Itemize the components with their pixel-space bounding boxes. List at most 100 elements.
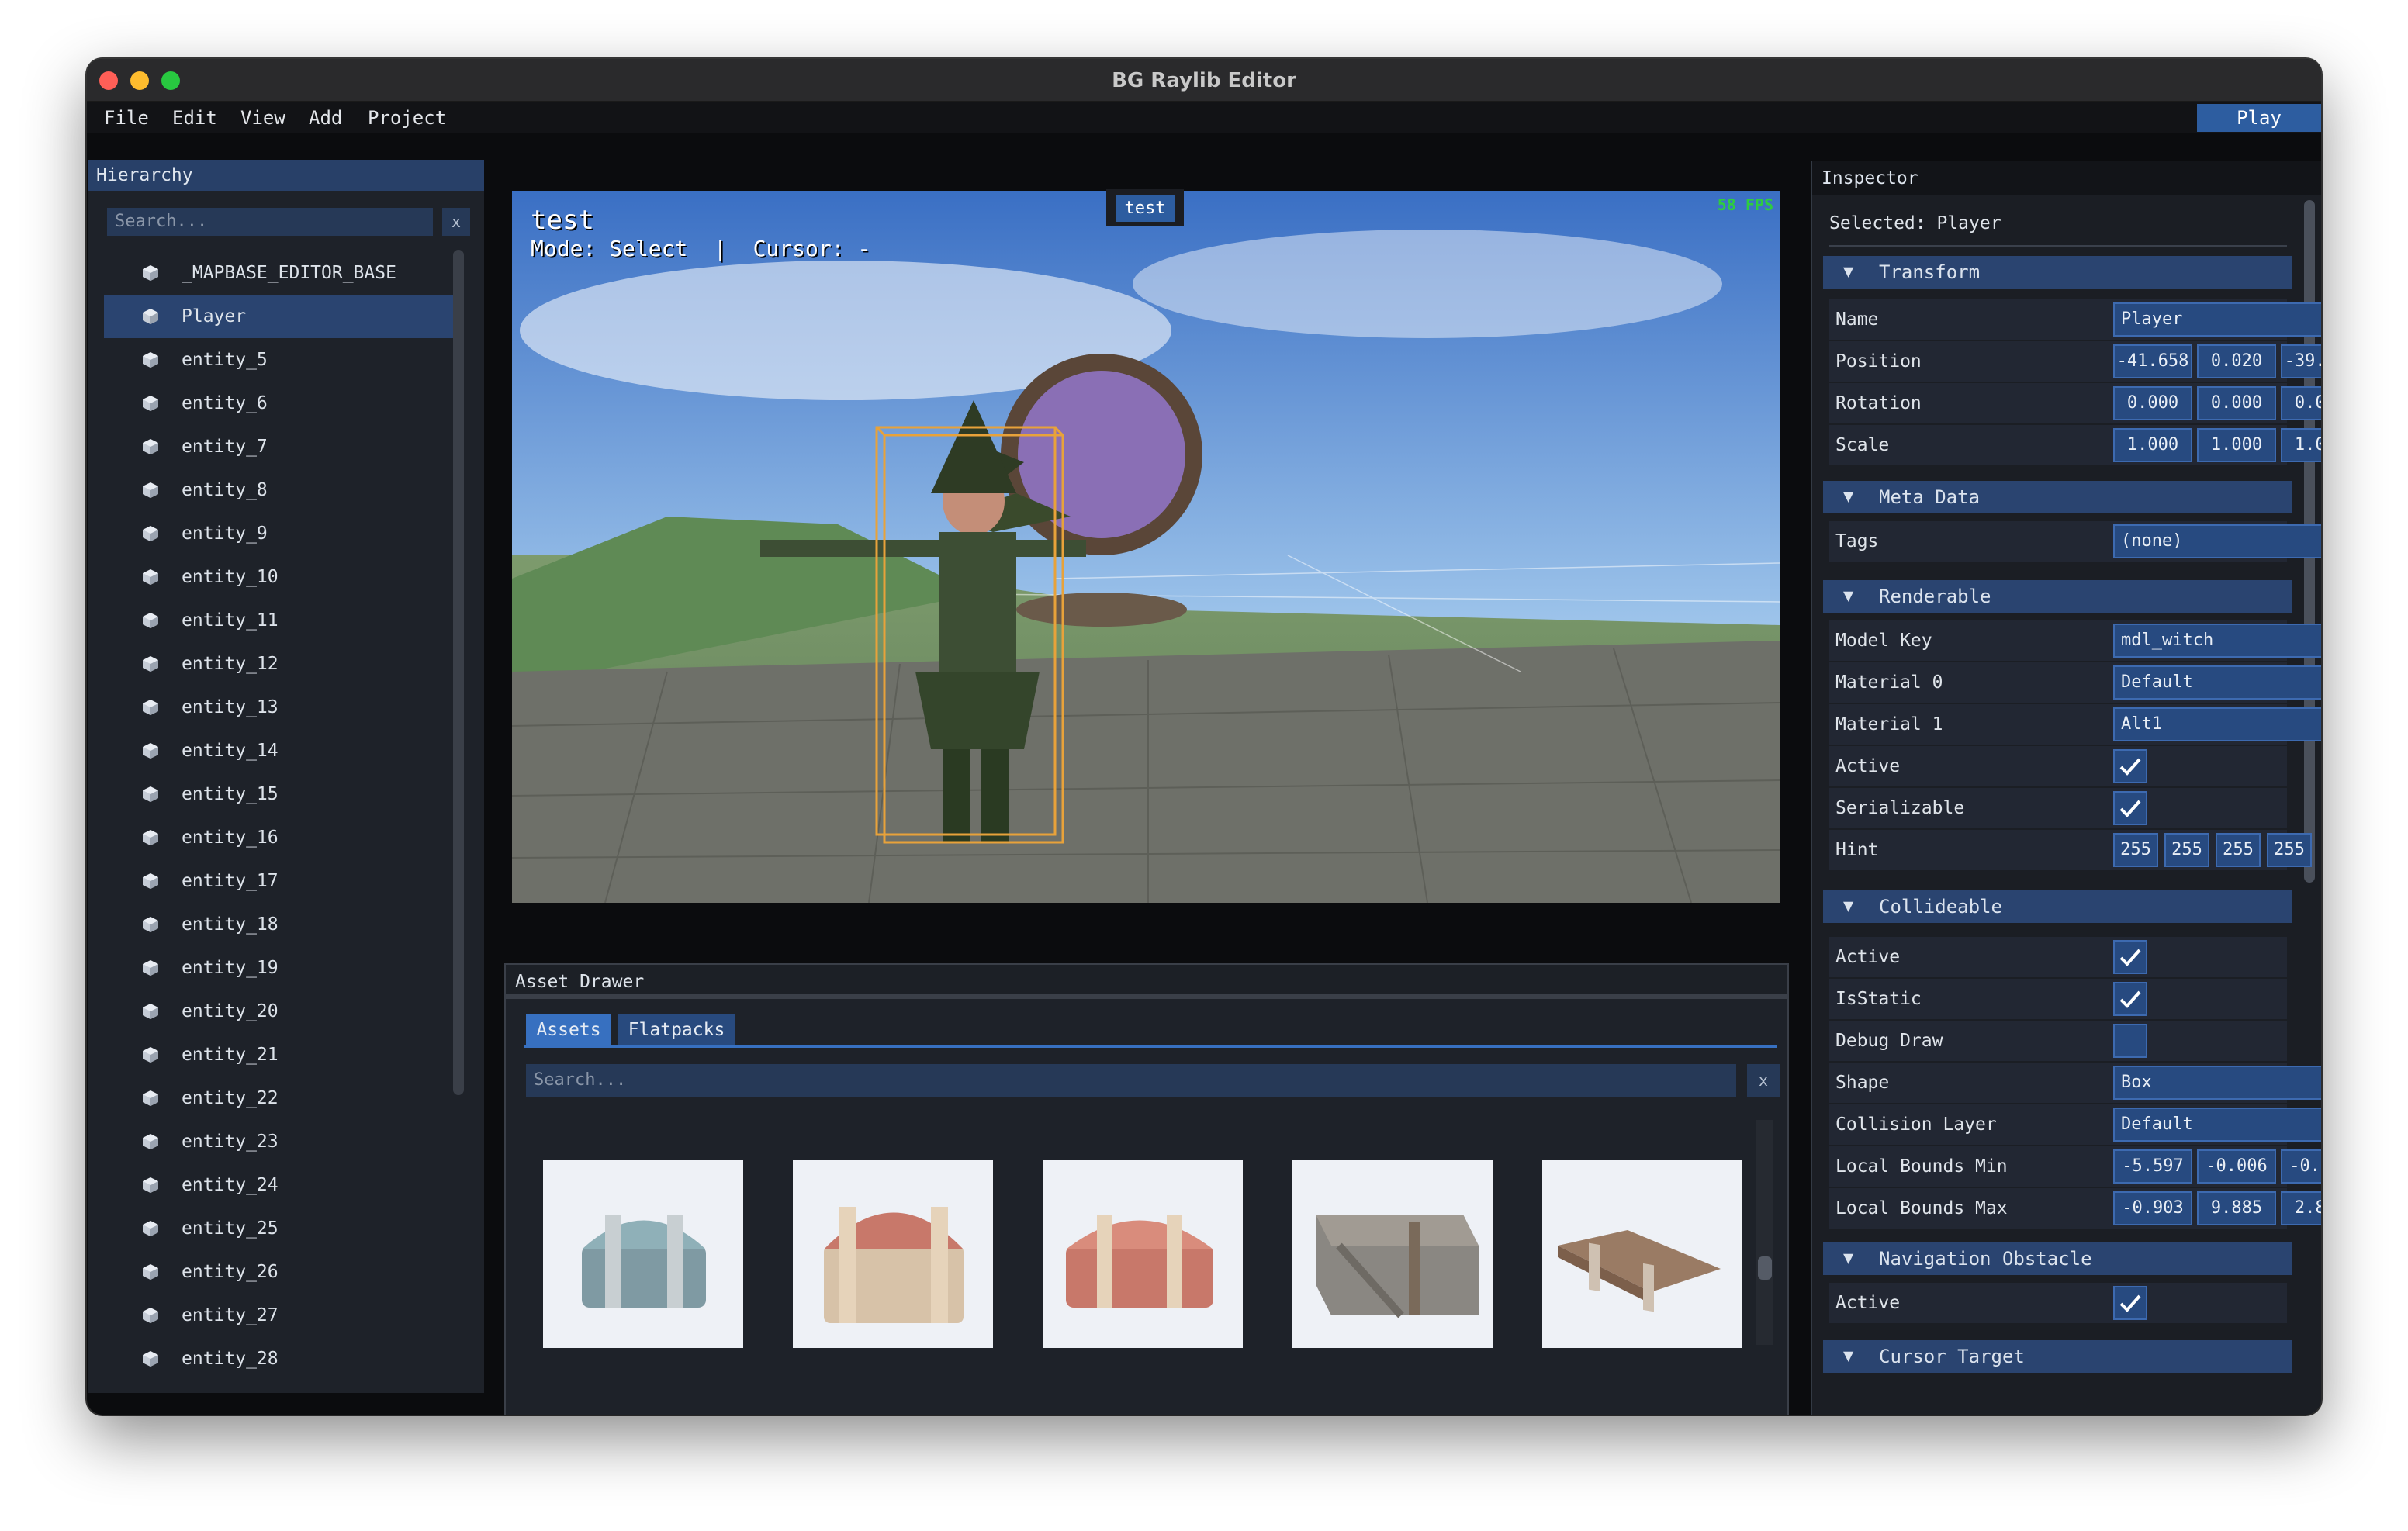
scene-viewport[interactable]: test Mode: Select | Cursor: - 58 FPS: [512, 191, 1780, 903]
divider: [1829, 245, 2287, 247]
hierarchy-item[interactable]: entity_13: [88, 686, 445, 729]
model-key-dropdown[interactable]: mdl_witch▼: [2113, 624, 2321, 658]
hierarchy-item[interactable]: entity_11: [88, 599, 445, 642]
viewport-tab[interactable]: test: [1116, 195, 1175, 222]
entity-cube-icon: [143, 309, 158, 324]
hierarchy-item[interactable]: entity_22: [88, 1077, 445, 1120]
position-y-field[interactable]: 0.020: [2197, 344, 2276, 378]
scale-x-field[interactable]: 1.000: [2113, 428, 2192, 462]
hierarchy-item[interactable]: entity_24: [88, 1163, 445, 1207]
rotation-y-field[interactable]: 0.000: [2197, 386, 2276, 420]
play-button[interactable]: Play: [2197, 104, 2321, 132]
menu-bar: File Edit View Add Project: [87, 102, 2321, 133]
hierarchy-item[interactable]: entity_6: [88, 382, 445, 425]
entity-cube-icon: [143, 439, 158, 454]
rotation-x-field[interactable]: 0.000: [2113, 386, 2192, 420]
hierarchy-item[interactable]: entity_7: [88, 425, 445, 468]
bounds-min-y-field[interactable]: -0.006: [2197, 1149, 2276, 1184]
collideable-header[interactable]: ▼ Collideable: [1823, 890, 2292, 923]
hierarchy-item-label: entity_11: [182, 610, 279, 631]
transform-header[interactable]: ▼ Transform: [1823, 256, 2292, 289]
hint-g-field[interactable]: 255: [2164, 833, 2209, 867]
serializable-checkbox[interactable]: [2113, 791, 2147, 825]
hierarchy-item[interactable]: entity_19: [88, 946, 445, 990]
bounds-min-z-field[interactable]: -0.331: [2281, 1149, 2321, 1184]
hierarchy-scrollbar[interactable]: [453, 250, 464, 1095]
asset-thumb-2[interactable]: [793, 1160, 993, 1348]
renderable-header[interactable]: ▼ Renderable: [1823, 580, 2292, 613]
asset-search-input[interactable]: Search...: [526, 1064, 1736, 1097]
tab-flatpacks[interactable]: Flatpacks: [618, 1014, 735, 1045]
hierarchy-item[interactable]: entity_15: [88, 772, 445, 816]
bounds-max-z-field[interactable]: 2.839: [2281, 1191, 2321, 1225]
hierarchy-item[interactable]: entity_28: [88, 1337, 445, 1381]
tab-underline: [524, 1045, 1777, 1048]
hierarchy-item[interactable]: _MAPBASE_EDITOR_BASE: [88, 251, 445, 295]
menu-edit[interactable]: Edit: [172, 102, 217, 133]
collision-layer-label: Collision Layer: [1835, 1115, 1997, 1135]
hierarchy-item[interactable]: entity_5: [88, 338, 445, 382]
asset-thumb-5[interactable]: [1542, 1160, 1742, 1348]
menu-project[interactable]: Project: [368, 102, 446, 133]
navigation-obstacle-header[interactable]: ▼ Navigation Obstacle: [1823, 1242, 2292, 1275]
menu-file[interactable]: File: [104, 102, 149, 133]
hierarchy-item[interactable]: entity_26: [88, 1250, 445, 1294]
hierarchy-item[interactable]: entity_8: [88, 468, 445, 512]
entity-cube-icon: [143, 917, 158, 932]
hierarchy-item[interactable]: entity_10: [88, 555, 445, 599]
renderable-active-checkbox[interactable]: [2113, 749, 2147, 783]
debugdraw-checkbox[interactable]: [2113, 1024, 2147, 1058]
hierarchy-item-label: entity_25: [182, 1218, 279, 1239]
meta-data-header[interactable]: ▼ Meta Data: [1823, 481, 2292, 513]
asset-thumb-3[interactable]: [1043, 1160, 1243, 1348]
hierarchy-item[interactable]: entity_23: [88, 1120, 445, 1163]
menu-add[interactable]: Add: [309, 102, 342, 133]
asset-scrollbar[interactable]: [1756, 1120, 1773, 1345]
hierarchy-item[interactable]: entity_16: [88, 816, 445, 859]
cursor-target-header[interactable]: ▼ Cursor Target: [1823, 1340, 2292, 1373]
entity-cube-icon: [143, 526, 158, 541]
hierarchy-item[interactable]: entity_20: [88, 990, 445, 1033]
scale-z-field[interactable]: 1.000: [2281, 428, 2321, 462]
bounds-max-x-field[interactable]: -0.903: [2113, 1191, 2192, 1225]
hierarchy-item[interactable]: entity_14: [88, 729, 445, 772]
menu-view[interactable]: View: [240, 102, 285, 133]
bounds-max-y-field[interactable]: 9.885: [2197, 1191, 2276, 1225]
hint-a-field[interactable]: 255: [2267, 833, 2312, 867]
material1-dropdown[interactable]: Alt1▼: [2113, 707, 2321, 741]
navigation-active-checkbox[interactable]: [2113, 1286, 2147, 1320]
scale-y-field[interactable]: 1.000: [2197, 428, 2276, 462]
hierarchy-item[interactable]: Player: [104, 295, 453, 338]
asset-thumb-1[interactable]: [543, 1160, 743, 1348]
hierarchy-item-label: entity_14: [182, 741, 279, 761]
hierarchy-item[interactable]: entity_21: [88, 1033, 445, 1077]
isstatic-checkbox[interactable]: [2113, 982, 2147, 1016]
hierarchy-item-label: entity_26: [182, 1262, 279, 1282]
hint-r-field[interactable]: 255: [2113, 833, 2158, 867]
rotation-z-field[interactable]: 0.000: [2281, 386, 2321, 420]
position-x-field[interactable]: -41.658: [2113, 344, 2192, 378]
tab-assets[interactable]: Assets: [526, 1014, 611, 1045]
asset-thumb-4[interactable]: [1292, 1160, 1493, 1348]
hierarchy-item[interactable]: entity_25: [88, 1207, 445, 1250]
tags-dropdown[interactable]: (none)▼: [2113, 524, 2321, 558]
name-field[interactable]: Player: [2113, 302, 2321, 337]
shape-dropdown[interactable]: Box▼: [2113, 1066, 2321, 1100]
hierarchy-item[interactable]: entity_27: [88, 1294, 445, 1337]
bounds-min-x-field[interactable]: -5.597: [2113, 1149, 2192, 1184]
hierarchy-item[interactable]: entity_18: [88, 903, 445, 946]
hierarchy-item-label: entity_5: [182, 350, 268, 370]
material0-dropdown[interactable]: Default▼: [2113, 665, 2321, 700]
hierarchy-item[interactable]: entity_9: [88, 512, 445, 555]
collideable-active-checkbox[interactable]: [2113, 940, 2147, 974]
hint-b-field[interactable]: 255: [2216, 833, 2261, 867]
navigation-active-label: Active: [1835, 1293, 1901, 1313]
asset-search-clear-button[interactable]: x: [1747, 1064, 1780, 1097]
hierarchy-item-label: Player: [182, 306, 247, 327]
renderable-active-label: Active: [1835, 756, 1901, 776]
collision-layer-dropdown[interactable]: Default▼: [2113, 1108, 2321, 1142]
hierarchy-item[interactable]: entity_17: [88, 859, 445, 903]
hierarchy-item[interactable]: entity_12: [88, 642, 445, 686]
position-z-field[interactable]: -39.669: [2281, 344, 2321, 378]
entity-cube-icon: [143, 830, 158, 845]
